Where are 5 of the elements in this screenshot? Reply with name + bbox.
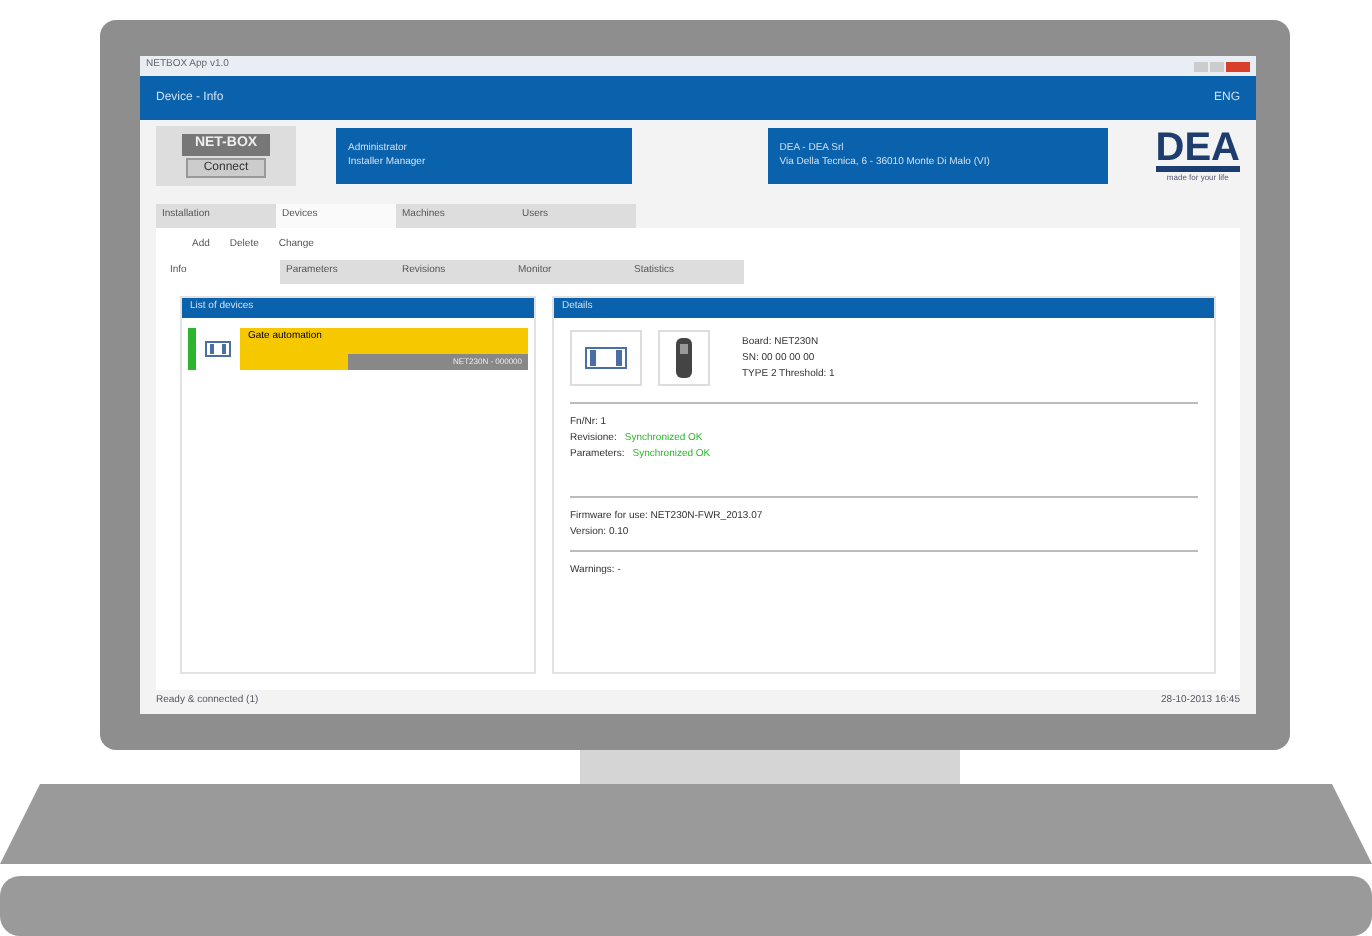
device-icon (204, 339, 232, 357)
window-controls[interactable] (1194, 61, 1250, 71)
board-icon (584, 345, 628, 369)
device-icon (674, 335, 694, 379)
logo-text: DEA (1155, 129, 1240, 171)
